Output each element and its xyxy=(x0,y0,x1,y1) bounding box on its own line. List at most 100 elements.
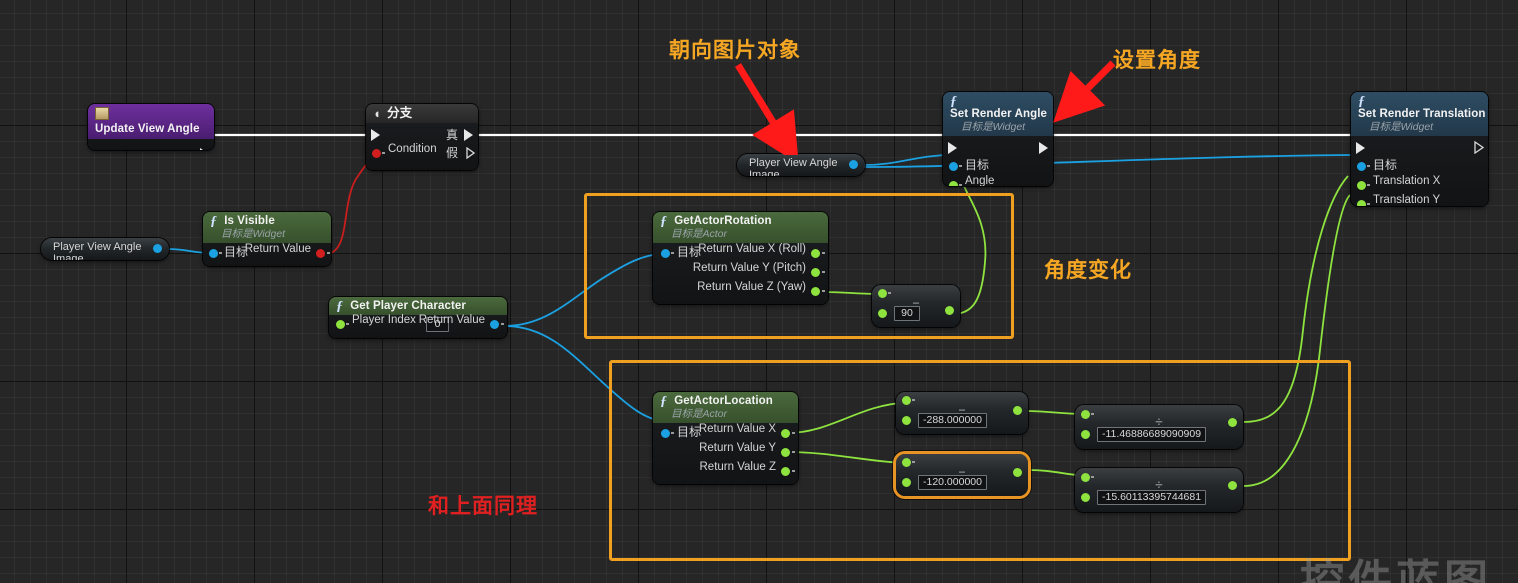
node-math-div-y[interactable]: ÷ -15.60113395744681 xyxy=(1075,468,1243,512)
pin-connector xyxy=(888,292,891,294)
pin-connector xyxy=(912,399,915,401)
function-icon: ƒ xyxy=(210,214,217,229)
node-is-visible[interactable]: ƒ Is Visible 目标是Widget 目标 Return Value xyxy=(203,212,331,266)
target-pin[interactable] xyxy=(661,249,670,258)
pin-connector xyxy=(1367,203,1370,205)
exec-out-pin[interactable] xyxy=(1039,142,1048,154)
math-input-a-pin[interactable] xyxy=(1081,410,1090,419)
node-title: Set Render Angle xyxy=(950,108,1048,120)
return-value-pin[interactable] xyxy=(490,320,499,329)
pitch-pin[interactable] xyxy=(811,268,820,277)
exec-out-false-pin[interactable] xyxy=(466,147,475,159)
function-icon: ƒ xyxy=(336,299,343,314)
node-player-view-angle-image-left[interactable]: Player View Angle Image xyxy=(41,238,169,260)
blueprint-graph-canvas[interactable]: Update View Angle ◖ 分支 真 Condition 假 ƒ I… xyxy=(0,0,1518,583)
node-set-render-translation[interactable]: ƒ Set Render Translation 目标是Widget 目标 Tr… xyxy=(1351,92,1488,206)
node-math-sub-y[interactable]: − -120.000000 xyxy=(896,454,1028,496)
angle-pin[interactable] xyxy=(949,181,958,186)
translation-x-pin[interactable] xyxy=(1357,181,1366,190)
target-label: 目标 xyxy=(1373,158,1398,172)
math-operator: ÷ xyxy=(1155,414,1163,429)
function-icon: ƒ xyxy=(660,394,667,409)
return-value-pin[interactable] xyxy=(316,249,325,258)
return-value-label: Return Value xyxy=(244,243,311,255)
math-input-b-value[interactable]: -288.000000 xyxy=(918,413,987,428)
node-title: GetActorLocation xyxy=(674,395,773,407)
node-math-sub-x[interactable]: − -288.000000 xyxy=(896,392,1028,434)
condition-label: Condition xyxy=(388,143,437,155)
pin-connector xyxy=(327,252,330,254)
target-pin[interactable] xyxy=(949,162,958,171)
target-pin[interactable] xyxy=(661,429,670,438)
math-output-pin[interactable] xyxy=(1228,481,1237,490)
exec-out-pin[interactable] xyxy=(1474,141,1484,154)
player-index-label: Player Index xyxy=(352,314,416,326)
player-index-pin[interactable] xyxy=(336,320,345,329)
math-input-b-value[interactable]: -120.000000 xyxy=(918,475,987,490)
node-player-view-angle-image-mid[interactable]: Player View Angle Image xyxy=(737,154,865,176)
event-icon xyxy=(95,107,109,120)
translation-y-label: Translation Y xyxy=(1373,194,1441,206)
math-input-a-pin[interactable] xyxy=(1081,473,1090,482)
return-y-pin[interactable] xyxy=(781,448,790,457)
pin-connector xyxy=(1367,184,1370,186)
math-output-pin[interactable] xyxy=(1228,418,1237,427)
exec-in-pin[interactable] xyxy=(371,129,380,141)
node-branch[interactable]: ◖ 分支 真 Condition 假 xyxy=(366,104,478,170)
target-pin[interactable] xyxy=(209,249,218,258)
translation-y-pin[interactable] xyxy=(1357,200,1366,206)
pin-connector xyxy=(822,252,825,254)
return-z-pin[interactable] xyxy=(781,467,790,476)
math-input-b-pin[interactable] xyxy=(878,309,887,318)
roll-label: Return Value X (Roll) xyxy=(698,243,806,255)
math-input-a-pin[interactable] xyxy=(902,396,911,405)
math-input-b-pin[interactable] xyxy=(1081,430,1090,439)
math-output-pin[interactable] xyxy=(1013,468,1022,477)
node-math-div-x[interactable]: ÷ -11.46886689090909 xyxy=(1075,405,1243,449)
math-input-b-pin[interactable] xyxy=(902,478,911,487)
node-get-actor-location[interactable]: ƒ GetActorLocation 目标是Actor 目标 Return Va… xyxy=(653,392,798,484)
node-subtitle: 目标是Widget xyxy=(1369,121,1434,133)
node-update-view-angle[interactable]: Update View Angle xyxy=(88,104,214,150)
branch-icon: ◖ xyxy=(373,106,381,121)
math-input-a-pin[interactable] xyxy=(902,458,911,467)
node-math-yaw-offset[interactable]: − 90 xyxy=(872,285,960,327)
exec-in-pin[interactable] xyxy=(948,142,957,154)
arrow-to-image-object xyxy=(735,63,799,155)
roll-pin[interactable] xyxy=(811,249,820,258)
math-input-b-pin[interactable] xyxy=(902,416,911,425)
target-pin[interactable] xyxy=(1357,162,1366,171)
exec-out-true-pin[interactable] xyxy=(464,129,473,141)
pin-connector xyxy=(671,252,674,254)
angle-label: Angle xyxy=(965,175,995,186)
pin-connector xyxy=(382,152,385,154)
math-output-pin[interactable] xyxy=(1013,406,1022,415)
math-input-b-pin[interactable] xyxy=(1081,493,1090,502)
watermark-text: 控件蓝图 xyxy=(1300,557,1492,583)
return-x-pin[interactable] xyxy=(781,429,790,438)
target-label: 目标 xyxy=(965,158,990,172)
return-y-label: Return Value Y xyxy=(699,442,776,454)
node-get-actor-rotation[interactable]: ƒ GetActorRotation 目标是Actor 目标 Return Va… xyxy=(653,212,828,304)
math-input-b-value[interactable]: -11.46886689090909 xyxy=(1097,427,1207,442)
math-input-b-value[interactable]: 90 xyxy=(894,306,920,321)
return-value-label: Return Value xyxy=(418,314,485,326)
variable-out-pin[interactable] xyxy=(153,244,162,253)
node-title: 分支 xyxy=(387,106,413,120)
exec-in-pin[interactable] xyxy=(1356,142,1365,154)
yaw-pin[interactable] xyxy=(811,287,820,296)
math-output-pin[interactable] xyxy=(945,306,954,315)
exec-out-pin[interactable] xyxy=(200,148,209,150)
condition-pin[interactable] xyxy=(372,149,381,158)
node-set-render-angle[interactable]: ƒ Set Render Angle 目标是Widget 目标 Angle xyxy=(943,92,1053,186)
math-input-b-value[interactable]: -15.60113395744681 xyxy=(1097,490,1207,505)
node-title: Is Visible xyxy=(224,215,275,227)
branch-true-label: 真 xyxy=(445,128,458,142)
node-subtitle: 目标是Actor xyxy=(671,408,728,420)
branch-false-label: 假 xyxy=(445,146,458,160)
variable-out-pin[interactable] xyxy=(849,160,858,169)
node-get-player-character[interactable]: ƒ Get Player Character Player Index 0 Re… xyxy=(329,297,507,338)
pin-connector xyxy=(959,184,962,186)
variable-label: Player View Angle Image xyxy=(749,157,838,176)
math-input-a-pin[interactable] xyxy=(878,289,887,298)
